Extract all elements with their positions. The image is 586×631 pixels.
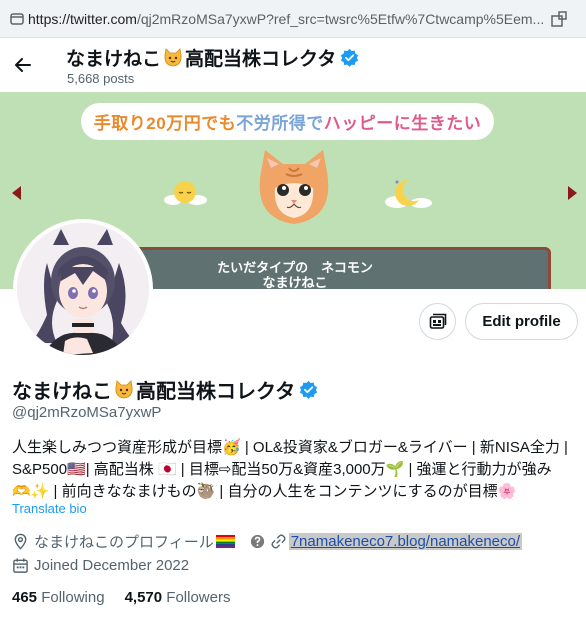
profile-meta-location-row: なまけねこのプロフィール 7namakeneco7.blog/namakenec… — [12, 531, 523, 551]
profile-bio: 人生楽しみつつ資産形成が目標🥳 | OL&投資家&ブロガー&ライバー | 新NI… — [12, 437, 580, 503]
profile-avatar[interactable] — [13, 219, 153, 359]
more-actions-button[interactable] — [419, 303, 456, 340]
profile-website-link[interactable]: 7namakeneco7.blog/namakeneco/ — [288, 532, 523, 550]
profile-location: なまけねこのプロフィール — [34, 533, 214, 551]
help-circle-icon[interactable] — [249, 533, 266, 550]
followers-link[interactable]: 4,570 Followers — [125, 589, 231, 606]
profile-name-part1: なまけねこ — [12, 381, 112, 403]
followers-count: 4,570 — [124, 589, 163, 606]
bio-line: S&P500🇺🇸| 高配当株 🇯🇵 | 目標⇨配当50万&資産3,000万🌱 |… — [12, 461, 552, 478]
location-pin-icon — [14, 533, 27, 550]
following-link[interactable]: 465 Following — [12, 589, 105, 606]
gallery-icon — [429, 313, 446, 329]
bio-line: 人生楽しみつつ資産形成が目標🥳 | OL&投資家&ブロガー&ライバー | 新NI… — [12, 439, 568, 456]
verified-badge-icon — [341, 48, 359, 67]
banner-cat-face-icon — [259, 150, 329, 224]
post-count: 5,668 posts — [67, 71, 135, 86]
cat-emoji-icon — [164, 47, 182, 66]
banner-tagline-part3: ハッピーに生きたい — [323, 114, 482, 133]
banner-tagline-part2: 不労所得で — [236, 114, 324, 133]
profile-display-name: なまけねこ 高配当株コレクタ — [12, 375, 318, 404]
banner-sign-line2: なまけねこ — [262, 275, 328, 289]
banner-sign-text: たいだタイプの ネコモン なまけねこ — [129, 260, 461, 289]
banner-tagline-part1: 手取り20万円でも — [93, 114, 237, 133]
crescent-moon-icon — [385, 179, 432, 208]
header-name-part1: なまけねこ — [66, 49, 162, 70]
banner-tagline: 手取り20万円でも不労所得でハッピーに生きたい — [81, 109, 494, 134]
following-count: 465 — [12, 589, 38, 606]
profile-meta-joined-row: Joined December 2022 — [12, 555, 189, 575]
header-name-part2: 高配当株コレクタ — [185, 49, 337, 70]
banner-arrow-left-icon — [12, 186, 21, 200]
extensions-icon[interactable] — [550, 10, 568, 28]
bio-line: 🫶✨ | 前向きななまけもの🦥 | 自分の人生をコンテンツにするのが目標🌸 — [12, 483, 517, 500]
followers-label: Followers — [166, 589, 231, 606]
back-button[interactable] — [8, 50, 38, 80]
url-host: https://twitter.com — [28, 11, 137, 27]
follow-stats: 465 Following 4,570 Followers — [12, 589, 230, 606]
rainbow-flag-icon — [215, 534, 235, 548]
browser-url-bar[interactable]: https://twitter.com/qj2mRzoMSa7yxwP?ref_… — [0, 0, 586, 38]
following-label: Following — [41, 589, 105, 606]
verified-badge-icon[interactable] — [299, 380, 318, 399]
avatar-illustration — [17, 223, 149, 355]
calendar-icon — [13, 557, 28, 573]
url-text[interactable]: https://twitter.com/qj2mRzoMSa7yxwP?ref_… — [28, 11, 548, 27]
banner-arrow-right-icon — [568, 186, 577, 200]
profile-joined-date: Joined December 2022 — [34, 556, 190, 574]
edit-profile-button[interactable]: Edit profile — [465, 303, 578, 340]
profile-handle: @qj2mRzoMSa7yxwP — [12, 404, 162, 421]
sleeping-moon-icon — [164, 181, 207, 205]
header-display-name: なまけねこ 高配当株コレクタ — [66, 44, 359, 71]
page-info-icon[interactable] — [9, 11, 25, 27]
arrow-left-icon — [15, 58, 31, 72]
cat-emoji-icon — [115, 379, 133, 398]
profile-header-bar: なまけねこ 高配当株コレクタ 5,668 posts — [0, 38, 586, 92]
banner-sign-line1: たいだタイプの ネコモン — [217, 260, 373, 275]
link-icon — [271, 533, 286, 549]
url-path: /qj2mRzoMSa7yxwP?ref_src=twsrc%5Etfw%7Ct… — [136, 11, 545, 27]
translate-bio-link[interactable]: Translate bio — [12, 501, 87, 516]
profile-name-part2: 高配当株コレクタ — [136, 381, 296, 403]
